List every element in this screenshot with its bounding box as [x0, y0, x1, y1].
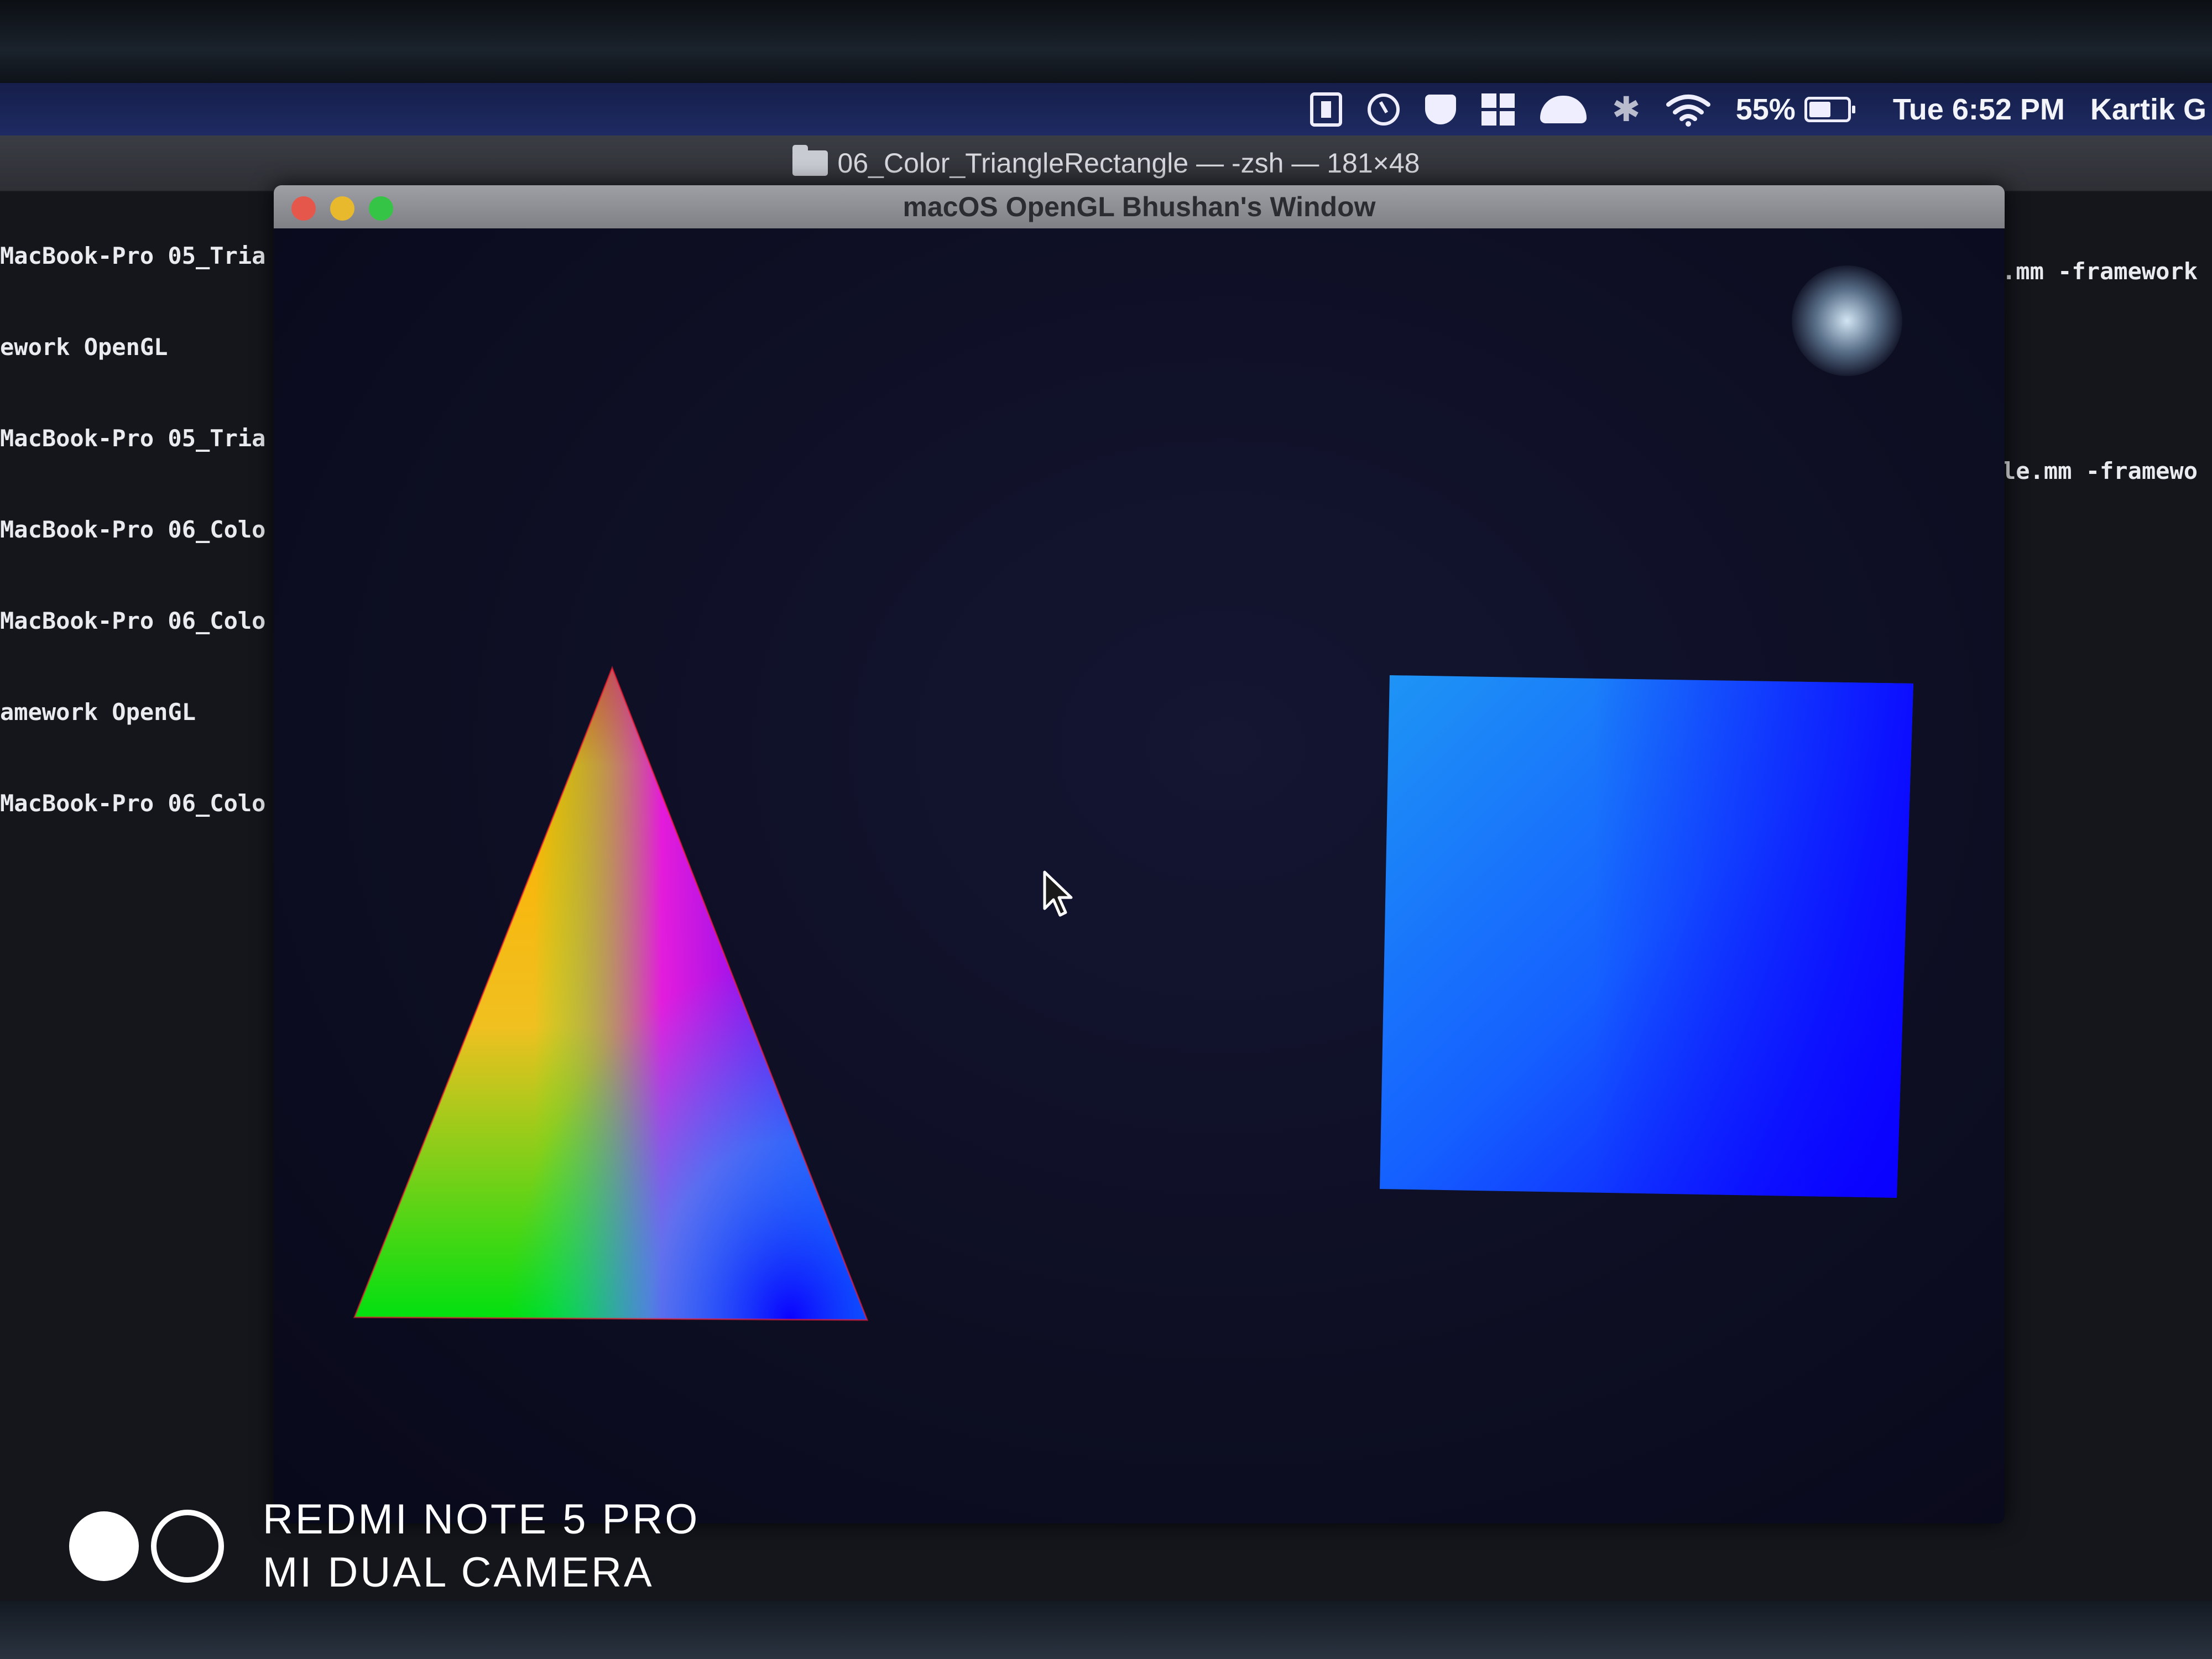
menu-bar-status-items: ✱ 55% Tue 6:52 PM Kartik G [1310, 83, 2212, 135]
photo-stage: ✱ 55% Tue 6:52 PM Kartik G 06_Color_Tria… [0, 0, 2212, 1659]
terminal-line: le.mm -framewo [2002, 457, 2198, 484]
terminal-line: amework OpenGL [0, 698, 196, 726]
terminal-line: ework OpenGL [0, 333, 168, 361]
watermark-line-1: REDMI NOTE 5 PRO [263, 1496, 700, 1543]
folder-icon [792, 145, 828, 176]
terminal-title: 06_Color_TriangleRectangle — -zsh — 181×… [837, 148, 1420, 179]
opengl-window-titlebar[interactable]: macOS OpenGL Bhushan's Window [274, 185, 2005, 228]
minimize-button[interactable] [330, 196, 354, 221]
menu-bar: ✱ 55% Tue 6:52 PM Kartik G [0, 83, 2212, 135]
screen-glare [1792, 265, 1902, 376]
bell-icon[interactable] [1540, 95, 1587, 123]
color-square [1380, 675, 1913, 1198]
battery-percent: 55% [1735, 92, 1796, 126]
opengl-window[interactable]: macOS OpenGL Bhushan's Window [274, 185, 2005, 1524]
opengl-window-title: macOS OpenGL Bhushan's Window [902, 191, 1376, 222]
menu-clock[interactable]: Tue 6:52 PM [1893, 92, 2065, 127]
shield-icon[interactable] [1425, 94, 1456, 124]
close-button[interactable] [291, 196, 316, 221]
timer-icon[interactable] [1367, 93, 1400, 126]
zoom-button[interactable] [369, 196, 393, 221]
battery-icon [1804, 96, 1855, 122]
terminal-output-right: .mm -framework le.mm -framewo [2002, 202, 2212, 540]
opengl-canvas[interactable] [274, 228, 2005, 1524]
terminal-line: MacBook-Pro 05_Tria [0, 425, 266, 452]
terminal-titlebar[interactable]: 06_Color_TriangleRectangle — -zsh — 181×… [0, 135, 2212, 192]
battery-status[interactable]: 55% [1735, 92, 1855, 127]
camera-watermark: REDMI NOTE 5 PRO MI DUAL CAMERA [69, 1493, 700, 1599]
screen-bezel [0, 0, 2212, 83]
dual-camera-solid-dot-icon [69, 1511, 139, 1581]
bluetooth-icon[interactable]: ✱ [1612, 89, 1641, 129]
terminal-line: MacBook-Pro 06_Colo [0, 790, 266, 817]
window-controls [291, 196, 393, 221]
color-triangle [353, 665, 869, 1321]
box-icon[interactable] [1310, 92, 1342, 127]
laptop-bezel-bottom [0, 1601, 2212, 1659]
terminal-line: MacBook-Pro 05_Tria [0, 242, 266, 269]
wifi-icon[interactable] [1666, 92, 1710, 127]
terminal-output-left: MacBook-Pro 05_Tria ework OpenGL MacBook… [0, 180, 276, 879]
watermark-text: REDMI NOTE 5 PRO MI DUAL CAMERA [263, 1493, 700, 1599]
terminal-line: MacBook-Pro 06_Colo [0, 516, 266, 543]
grid-icon[interactable] [1481, 93, 1515, 126]
opengl-scene [353, 665, 1913, 1321]
menu-user[interactable]: Kartik G [2090, 92, 2206, 127]
terminal-line: .mm -framework [2002, 258, 2198, 285]
terminal-line: MacBook-Pro 06_Colo [0, 607, 266, 634]
watermark-line-2: MI DUAL CAMERA [263, 1549, 654, 1596]
mouse-pointer-icon [1043, 870, 1073, 917]
dual-camera-ring-icon [151, 1510, 224, 1583]
